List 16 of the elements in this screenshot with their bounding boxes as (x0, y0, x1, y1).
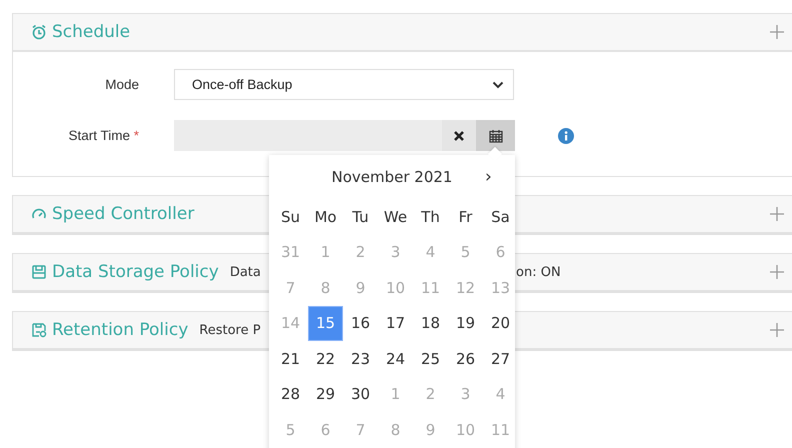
panel-title: Data Storage Policy (52, 262, 219, 282)
panel-summary: on: ON (516, 265, 561, 280)
field-label: Start Time * (67, 128, 140, 143)
weekday-label: Th (420, 206, 441, 228)
weekday-label: Mo (313, 206, 338, 228)
weekday-label: Tu (351, 206, 370, 228)
weekday-label: Su (280, 206, 302, 228)
panel-title: Retention Policy (52, 320, 188, 340)
field-label: Mode (104, 77, 140, 92)
weekday-label: We (382, 206, 408, 228)
weekday-label: Sa (490, 206, 511, 228)
panel-title: Speed Controller (52, 204, 194, 224)
panel-summary: Data (230, 264, 261, 280)
panel-title: Schedule (52, 22, 130, 42)
weekday-label: Fr (458, 206, 474, 228)
panel-summary: Restore P (199, 322, 261, 338)
